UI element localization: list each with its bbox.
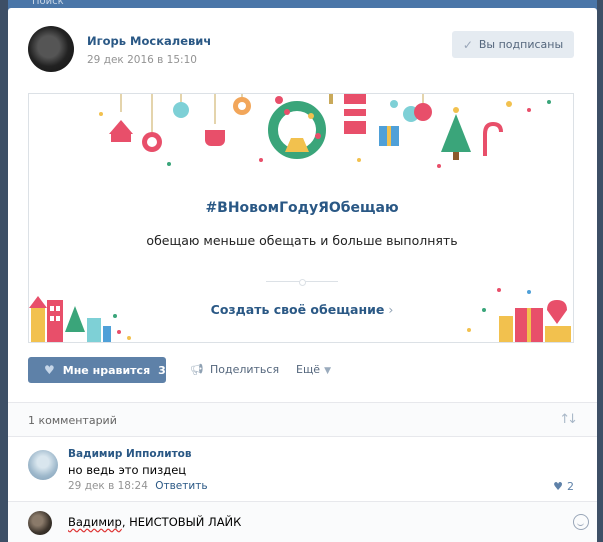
hashtag-title[interactable]: #ВНовомГодуЯОбещаю [29,200,573,216]
overlay-right [597,0,603,542]
create-promise-label: Создать своё обещание [210,302,385,317]
reply-mention: Вадимир [68,515,122,529]
commenter-avatar[interactable] [28,450,58,480]
reply-input[interactable]: Вадимир, НЕИСТОВЫЙ ЛАЙК [68,515,241,529]
ornaments-top [99,94,551,168]
comment-date[interactable]: 29 дек в 18:24 [68,480,148,492]
subscribed-label: Вы подписаны [478,38,564,51]
author-name[interactable]: Игорь Москалевич [87,34,211,48]
caret-down-icon: ▼ [324,366,332,376]
heart-icon: ♥ [553,480,563,493]
like-button[interactable]: ♥ Мне нравится 3 [28,357,166,383]
chevron-right-icon: › [388,302,394,317]
comment-like-count: 2 [567,480,574,493]
promise-card[interactable]: #ВНовомГодуЯОбещаю обещаю меньше обещать… [28,93,574,343]
share-button[interactable]: 📢︎ Поделиться [190,363,279,376]
card-divider [266,279,338,286]
more-label: Ещё [296,363,321,376]
post-author: Игорь Москалевич 29 дек 2016 в 15:10 [28,26,211,72]
emoji-icon[interactable] [573,514,589,530]
commenter-name[interactable]: Вадимир Ипполитов [68,448,192,460]
like-label: Мне нравится [62,363,151,377]
author-avatar[interactable] [28,26,74,72]
check-icon: ✓ [462,37,473,52]
share-label: Поделиться [209,363,280,376]
more-button[interactable]: Ещё ▼ [296,363,331,376]
create-promise-link[interactable]: Создать своё обещание › [29,302,573,317]
search-input[interactable]: Поиск [32,0,152,8]
current-user-avatar [28,511,52,535]
reply-text: , НЕИСТОВЫЙ ЛАЙК [121,515,242,529]
subscribed-button[interactable]: ✓ Вы подписаны [452,31,574,58]
comment-text: но ведь это пиздец [68,463,187,477]
megaphone-icon: 📢︎ [190,363,204,376]
reply-box: Вадимир, НЕИСТОВЫЙ ЛАЙК [8,502,597,542]
comment-like-button[interactable]: ♥ 2 [553,480,574,493]
comment-meta: 29 дек в 18:24 Ответить [68,480,208,492]
promise-text: обещаю меньше обещать и больше выполнять [146,233,458,248]
reply-link[interactable]: Ответить [155,480,207,492]
comment-item: Вадимир Ипполитов но ведь это пиздец 29 … [28,448,578,500]
like-count: 3 [158,363,166,377]
sort-icon[interactable]: ↑↓ [559,412,578,427]
post-date[interactable]: 29 дек 2016 в 15:10 [87,54,211,66]
comments-header: 1 комментарий ↑↓ [8,403,597,437]
post-panel: Игорь Москалевич 29 дек 2016 в 15:10 ✓ В… [8,8,597,542]
heart-icon: ♥ [44,363,55,377]
overlay-left [0,0,8,542]
post-actions: ♥ Мне нравится 3 📢︎ Поделиться Ещё ▼ [28,357,574,383]
comments-count: 1 комментарий [28,414,117,427]
